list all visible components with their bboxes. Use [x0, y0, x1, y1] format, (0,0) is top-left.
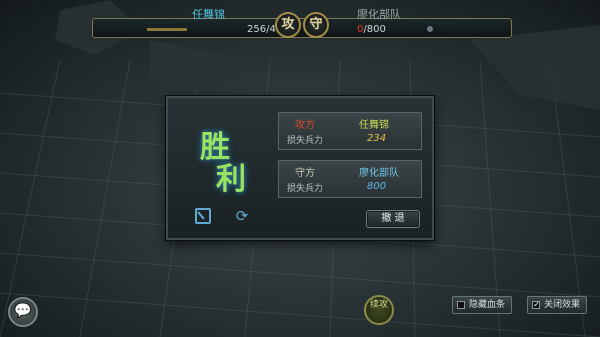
share-icon[interactable] [195, 208, 211, 224]
attack-badge: 攻 [275, 12, 301, 38]
defender-loss-value: 800 [367, 181, 387, 192]
attacker-side-label: 攻方 [295, 120, 315, 131]
defend-badge: 守 [303, 12, 329, 38]
replay-icon[interactable]: ⟳ [234, 208, 250, 224]
attacker-panel-name: 任舞锦 [359, 120, 389, 131]
defender-troops-total: /800 [363, 24, 386, 35]
hide-health-label: 隐藏血条 [469, 300, 506, 310]
attacker-troop-bar [147, 28, 187, 31]
continue-attack-button[interactable]: 续攻 [364, 295, 394, 325]
close-effects-toggle[interactable]: 关闭效果 [527, 296, 587, 314]
defender-side-label: 守方 [295, 168, 315, 179]
battle-status-bar: 任舞锦 256/490 攻 守 廖化部队 0/800 [92, 6, 512, 40]
attacker-result-panel: 攻方 任舞锦 损失兵力 234 [278, 112, 422, 150]
close-effects-label: 关闭效果 [544, 300, 581, 310]
victory-char-2: 利 [216, 162, 246, 197]
defender-troop-indicator [427, 26, 433, 32]
defender-panel-name: 廖化部队 [359, 168, 399, 179]
defender-name: 廖化部队 [357, 8, 401, 21]
chat-bubble-icon[interactable]: 💬 [8, 297, 38, 327]
attacker-name: 任舞锦 [192, 8, 225, 21]
defender-loss-label: 损失兵力 [287, 184, 324, 194]
defender-troops: 0/800 [357, 24, 386, 35]
defender-result-panel: 守方 廖化部队 损失兵力 800 [278, 160, 422, 198]
retreat-button[interactable]: 撤 退 [366, 210, 420, 228]
close-effects-checkbox[interactable] [532, 297, 541, 313]
hide-health-checkbox[interactable] [457, 301, 465, 309]
battle-result-dialog: 胜 利 ⟳ 攻方 任舞锦 损失兵力 234 守方 廖化部队 损失兵力 800 撤… [166, 96, 434, 240]
victory-emblem: 胜 利 [194, 122, 254, 197]
attacker-loss-value: 234 [367, 133, 387, 144]
hide-health-bar-toggle[interactable]: 隐藏血条 [452, 296, 512, 314]
attacker-loss-label: 损失兵力 [287, 136, 324, 146]
